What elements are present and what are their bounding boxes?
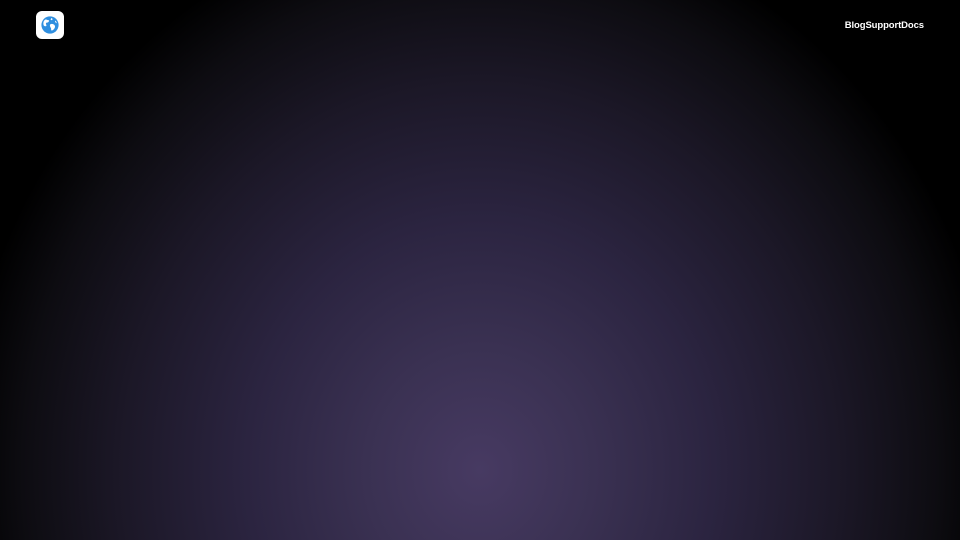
home-logo-button[interactable] xyxy=(36,11,64,39)
nav-link-support[interactable]: Support xyxy=(865,19,901,33)
nav-link-blog[interactable]: Blog xyxy=(845,19,866,33)
nav-link-docs[interactable]: Docs xyxy=(901,19,924,33)
main-nav: Blog Support Docs xyxy=(845,19,924,33)
top-bar: Blog Support Docs xyxy=(0,0,960,52)
globe-icon xyxy=(41,16,59,34)
